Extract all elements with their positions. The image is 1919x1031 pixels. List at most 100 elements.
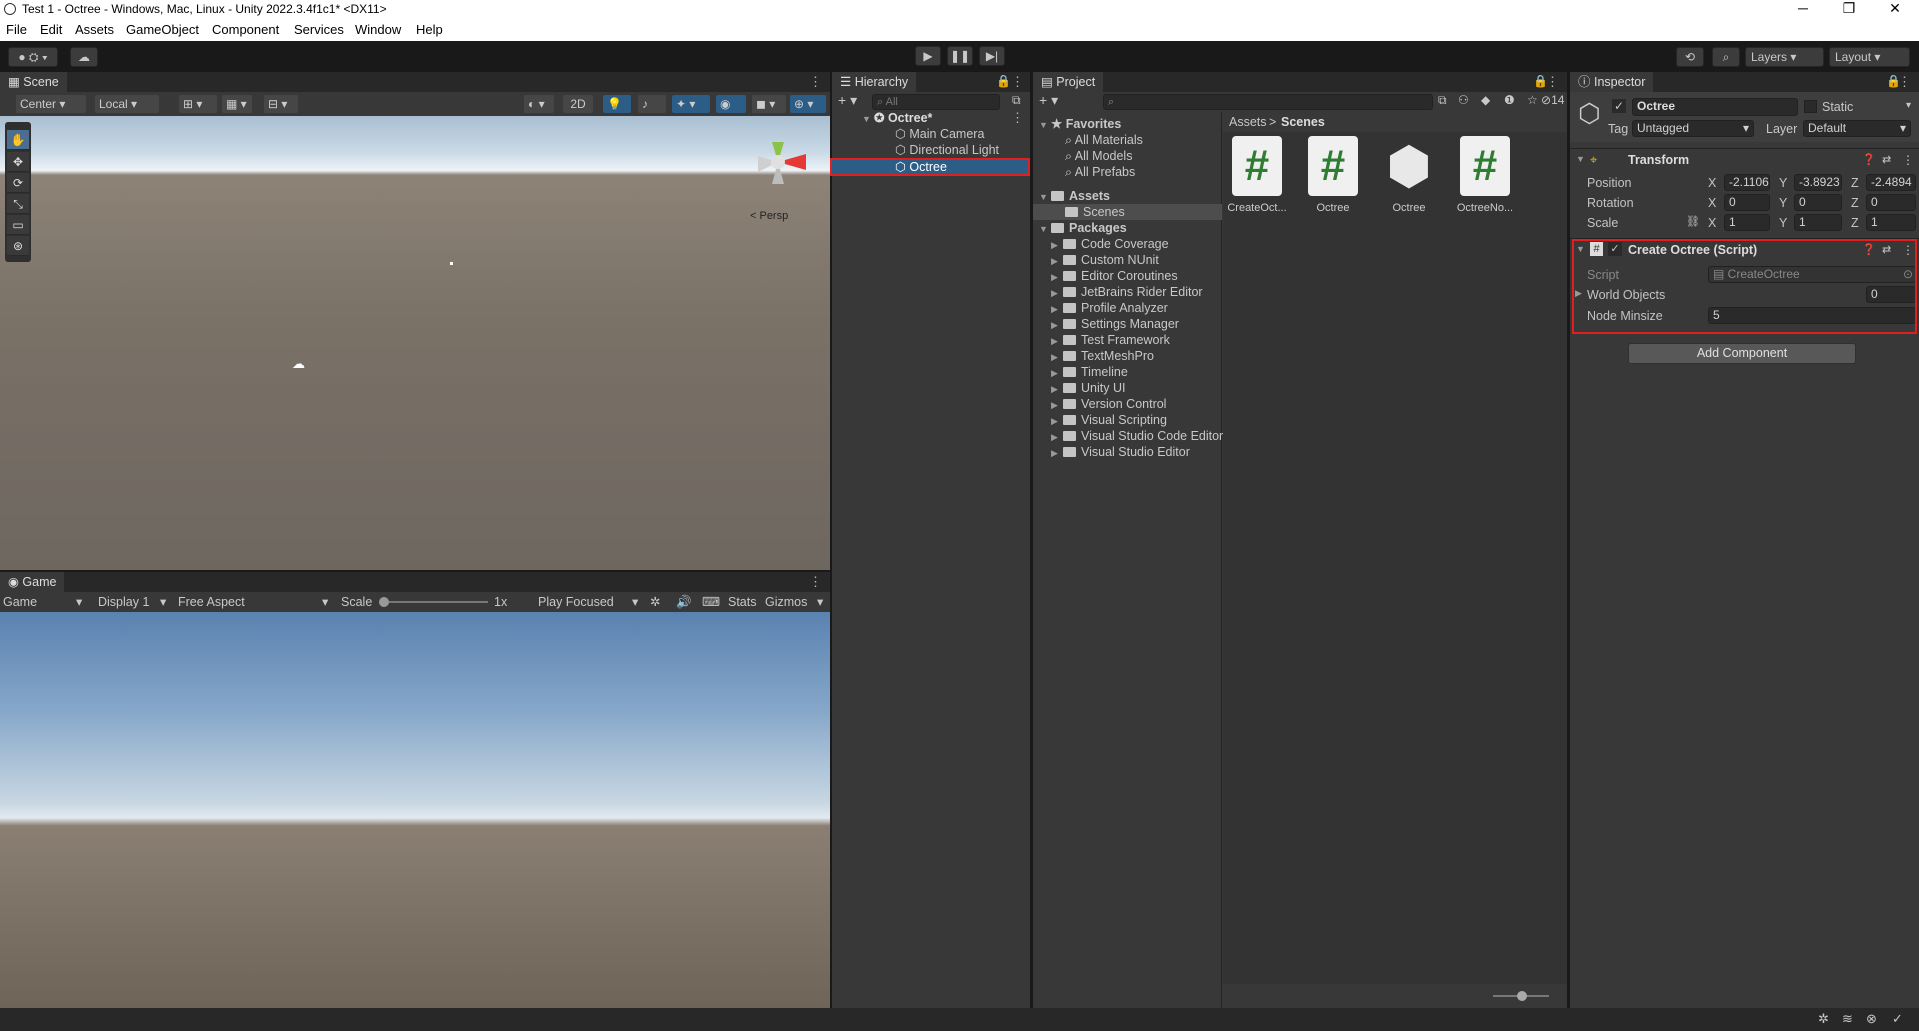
gizmos-icon[interactable]: ⊕ ▾ — [790, 95, 826, 113]
increment-snap-icon[interactable]: ⊟ ▾ — [264, 95, 298, 113]
menu-window[interactable]: Window — [355, 22, 401, 37]
menu-edit[interactable]: Edit — [40, 22, 62, 37]
rotate-tool-icon[interactable]: ⟳ — [7, 173, 29, 193]
package-item[interactable]: ▶ Profile Analyzer — [1051, 300, 1168, 316]
pivot-dropdown[interactable]: Center ▾ — [16, 95, 86, 113]
rotation-x-field[interactable]: 0 — [1724, 194, 1770, 211]
component-menu-icon[interactable]: ⋮ — [1902, 153, 1914, 167]
layers-stack-icon[interactable]: ≋ — [1842, 1011, 1853, 1027]
menu-assets[interactable]: Assets — [75, 22, 114, 37]
assets-section[interactable]: ▼ Assets — [1039, 188, 1110, 204]
asset-octree-script[interactable]: # Octree — [1301, 136, 1365, 214]
game-viewport[interactable] — [0, 612, 830, 1008]
minimize-button[interactable]: ─ — [1780, 0, 1826, 19]
grid-snap-icon[interactable]: ⊞ ▾ — [179, 95, 217, 113]
packages-section[interactable]: ▼ Packages — [1039, 220, 1127, 236]
active-checkbox[interactable]: ✓ — [1612, 99, 1626, 113]
bake-icon[interactable]: ⊗ — [1866, 1011, 1877, 1027]
collapse-arrow-icon[interactable]: ▼ — [1576, 154, 1585, 164]
tree-item-scenes[interactable]: Scenes — [1033, 204, 1222, 220]
grid-icon[interactable]: ▦ ▾ — [222, 95, 252, 113]
audio-icon[interactable]: ♪ — [638, 95, 666, 113]
static-checkbox[interactable] — [1804, 100, 1817, 113]
tag-icon[interactable]: ◆ — [1481, 93, 1490, 107]
package-item[interactable]: ▶ Code Coverage — [1051, 236, 1169, 252]
project-menu-icon[interactable]: ⋮ — [1546, 74, 1559, 90]
cloud-icon[interactable]: ☁ — [70, 47, 98, 67]
audio-mute-icon[interactable]: 🔊 — [676, 592, 692, 612]
asset-octreenode[interactable]: # OctreeNo... — [1453, 136, 1517, 214]
scene-viewport[interactable]: ✋ ✥ ⟳ ⤡ ▭ ⊛ < Persp ☁ — [0, 116, 830, 570]
position-y-field[interactable]: -3.8923 — [1794, 174, 1842, 191]
camera-gizmo-icon[interactable]: ☁ — [292, 356, 305, 372]
project-search-input[interactable]: ⌕ — [1103, 94, 1433, 110]
maximize-button[interactable]: ❐ — [1826, 0, 1872, 19]
add-component-button[interactable]: Add Component — [1628, 343, 1856, 364]
breadcrumb-root[interactable]: Assets — [1229, 112, 1267, 132]
package-item[interactable]: ▶ Visual Scripting — [1051, 412, 1167, 428]
favorites-section[interactable]: ▼ ★ Favorites — [1039, 116, 1121, 132]
gizmos-dropdown[interactable]: Gizmos ▾ — [765, 592, 823, 612]
perspective-label[interactable]: < Persp — [750, 210, 788, 222]
hidden-packages-toggle[interactable]: ⊘14 — [1541, 93, 1564, 107]
hierarchy-menu-icon[interactable]: ⋮ — [1011, 74, 1024, 90]
play-button[interactable]: ▶ — [915, 46, 941, 66]
package-item[interactable]: ▶ Unity UI — [1051, 380, 1125, 396]
game-view-dropdown[interactable]: Game ▾ — [3, 592, 82, 612]
package-item[interactable]: ▶ Version Control — [1051, 396, 1166, 412]
scale-x-field[interactable]: 1 — [1724, 214, 1770, 231]
layer-dropdown[interactable]: Default ▾ — [1803, 120, 1911, 137]
search-filter-icon[interactable]: ⧉ — [1012, 93, 1021, 108]
position-x-field[interactable]: -2.1106 — [1724, 174, 1770, 191]
inspector-menu-icon[interactable]: ⋮ — [1898, 74, 1911, 90]
asset-octree-scene[interactable]: ⬢ Octree — [1377, 136, 1441, 214]
favorites-item-materials[interactable]: ⌕ All Materials — [1065, 132, 1143, 148]
position-z-field[interactable]: -2.4894 — [1866, 174, 1916, 191]
scene-gizmo[interactable] — [748, 132, 808, 192]
scale-y-field[interactable]: 1 — [1794, 214, 1842, 231]
move-tool-icon[interactable]: ✥ — [7, 152, 29, 172]
history-icon[interactable]: ⟲ — [1676, 47, 1704, 67]
scene-root-menu-icon[interactable]: ⋮ — [1011, 110, 1024, 126]
tag-dropdown[interactable]: Untagged ▾ — [1632, 120, 1754, 137]
visibility-icon[interactable]: ◉ — [716, 95, 746, 113]
tab-scene[interactable]: ▦ Scene — [0, 72, 67, 92]
play-mode-dropdown[interactable]: Play Focused ▾ — [538, 592, 638, 612]
rotation-y-field[interactable]: 0 — [1794, 194, 1842, 211]
tab-inspector[interactable]: ⓘ Inspector — [1570, 72, 1654, 92]
bug-icon[interactable]: ✲ — [650, 592, 660, 612]
package-item[interactable]: ▶ Custom NUnit — [1051, 252, 1159, 268]
hierarchy-search-input[interactable]: ⌕ All — [872, 94, 1000, 110]
scene-root-item[interactable]: ▼ ✪ Octree* — [862, 110, 932, 126]
package-item[interactable]: ▶ Timeline — [1051, 364, 1128, 380]
menu-component[interactable]: Component — [212, 22, 279, 37]
effects-icon[interactable]: ✦ ▾ — [672, 95, 710, 113]
package-item[interactable]: ▶ Visual Studio Editor — [1051, 444, 1190, 460]
stats-button[interactable]: Stats — [728, 592, 757, 612]
scene-menu-icon[interactable]: ⋮ — [809, 74, 822, 90]
package-item[interactable]: ▶ TextMeshPro — [1051, 348, 1154, 364]
create-asset-button[interactable]: + ▾ — [1039, 92, 1058, 109]
package-item[interactable]: ▶ Editor Coroutines — [1051, 268, 1178, 284]
game-menu-icon[interactable]: ⋮ — [809, 574, 822, 590]
layers-dropdown[interactable]: Layers ▾ — [1745, 47, 1824, 67]
static-dropdown-icon[interactable]: ▾ — [1906, 100, 1911, 111]
transform-header[interactable]: ▼ ⌖ Transform ❓ ⇄ ⋮ — [1570, 151, 1919, 171]
keyboard-icon[interactable]: ⌨ — [702, 592, 720, 612]
breadcrumb-current[interactable]: Scenes — [1281, 112, 1325, 132]
hand-tool-icon[interactable]: ✋ — [7, 130, 29, 150]
tab-game[interactable]: ◉ Game — [0, 572, 65, 592]
step-button[interactable]: ▶| — [979, 46, 1005, 66]
package-item[interactable]: ▶ Settings Manager — [1051, 316, 1179, 332]
menu-gameobject[interactable]: GameObject — [126, 22, 199, 37]
tab-project[interactable]: ▤ Project — [1033, 72, 1104, 92]
space-dropdown[interactable]: Local ▾ — [95, 95, 159, 113]
scale-slider[interactable] — [384, 601, 488, 603]
scale-slider-handle[interactable] — [379, 597, 389, 607]
status-check-icon[interactable]: ✓ — [1892, 1011, 1903, 1027]
hierarchy-item-directional-light[interactable]: ⬡ Directional Light — [895, 142, 999, 158]
scale-tool-icon[interactable]: ⤡ — [7, 194, 29, 214]
rect-tool-icon[interactable]: ▭ — [7, 215, 29, 235]
aspect-dropdown[interactable]: Free Aspect ▾ — [178, 592, 328, 612]
scale-z-field[interactable]: 1 — [1866, 214, 1916, 231]
